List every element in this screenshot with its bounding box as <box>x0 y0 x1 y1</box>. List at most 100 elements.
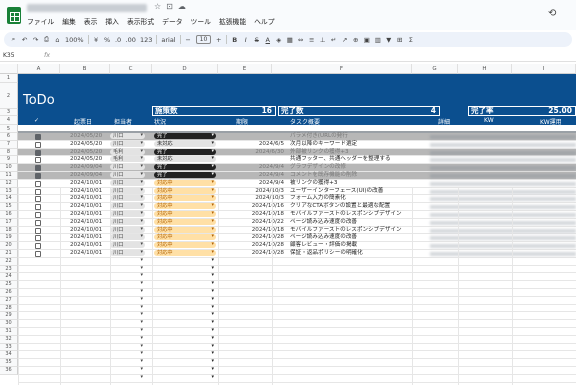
task-deadline[interactable]: 2024/6/30 <box>236 149 284 156</box>
person-dropdown[interactable] <box>110 280 145 287</box>
currency-format-button[interactable]: ¥ <box>93 36 100 44</box>
status-dropdown[interactable] <box>154 311 216 318</box>
row-header[interactable]: 1 <box>0 74 18 83</box>
redacted-detail-cell[interactable] <box>430 150 576 155</box>
task-summary[interactable]: クリアなCTAボタンの設置と最適な配置 <box>290 203 390 210</box>
font-select[interactable]: arial <box>161 36 175 44</box>
text-rotation-icon[interactable]: ↗ <box>341 36 348 44</box>
task-checkbox[interactable] <box>35 188 41 195</box>
person-dropdown[interactable]: 川口 <box>110 233 145 241</box>
filter-views-icon[interactable]: ⊞ <box>396 36 403 44</box>
status-dropdown[interactable]: 完了 <box>154 171 216 178</box>
task-checkbox[interactable] <box>35 196 41 203</box>
redacted-detail-cell[interactable] <box>430 166 576 171</box>
task-deadline[interactable]: 2024/10/18 <box>236 227 284 234</box>
task-date[interactable]: 2024/10/01 <box>70 180 102 187</box>
task-checkbox[interactable] <box>35 204 41 211</box>
task-checkbox[interactable] <box>35 149 41 156</box>
person-dropdown[interactable]: 川口 <box>110 140 145 147</box>
task-deadline[interactable]: 2024/10/28 <box>236 234 284 241</box>
redacted-detail-cell[interactable] <box>430 142 576 147</box>
status-dropdown[interactable]: 対応中 <box>154 194 216 202</box>
person-dropdown[interactable] <box>110 257 145 264</box>
row-header[interactable]: 20 <box>0 242 18 250</box>
row-header[interactable]: 9 <box>0 156 18 165</box>
status-dropdown[interactable]: 対応中 <box>154 218 216 225</box>
status-dropdown[interactable]: 対応中 <box>154 210 216 217</box>
decrease-decimal-button[interactable]: .0 <box>115 36 122 44</box>
document-title-redacted[interactable] <box>27 4 147 12</box>
empty-row[interactable] <box>18 257 576 266</box>
task-summary[interactable]: 保証・返品ポリシーの明確化 <box>290 250 363 257</box>
status-dropdown[interactable]: 対応中 <box>154 241 216 249</box>
status-dropdown[interactable] <box>154 257 216 264</box>
task-date[interactable]: 2024/05/20 <box>70 149 102 156</box>
person-dropdown[interactable] <box>110 311 145 318</box>
person-dropdown[interactable] <box>110 374 145 381</box>
person-dropdown[interactable] <box>110 358 145 365</box>
insert-comment-icon[interactable]: ▣ <box>363 36 370 44</box>
person-dropdown[interactable] <box>110 350 145 357</box>
row-header[interactable]: 24 <box>0 273 18 282</box>
status-dropdown[interactable]: 対応中 <box>154 249 216 256</box>
task-checkbox[interactable] <box>35 212 41 218</box>
column-header[interactable]: B <box>60 64 110 74</box>
task-deadline[interactable]: 2024/10/16 <box>236 203 284 210</box>
redacted-detail-cell[interactable] <box>430 197 576 202</box>
person-dropdown[interactable]: 川口 <box>110 226 145 233</box>
row-header[interactable]: 25 <box>0 281 18 289</box>
menu-item[interactable]: 挿入 <box>105 16 119 26</box>
status-dropdown[interactable] <box>154 366 216 373</box>
row-header[interactable]: 13 <box>0 187 18 196</box>
task-deadline[interactable]: 2024/10/22 <box>236 219 284 226</box>
task-deadline[interactable]: 2024/10/3 <box>236 195 284 202</box>
column-header[interactable]: C <box>110 64 152 74</box>
increase-decimal-button[interactable]: .00 <box>126 36 136 44</box>
row-header[interactable]: 14 <box>0 195 18 204</box>
row-header[interactable]: 16 <box>0 211 18 219</box>
undo-icon[interactable]: ↶ <box>21 36 28 44</box>
task-date[interactable]: 2024/05/20 <box>70 133 102 140</box>
task-deadline[interactable]: 2024/10/18 <box>236 211 284 218</box>
row-header[interactable]: 19 <box>0 234 18 243</box>
row-header[interactable]: 27 <box>0 296 18 305</box>
redacted-detail-cell[interactable] <box>430 135 576 139</box>
redacted-detail-cell[interactable] <box>430 213 576 217</box>
italic-button[interactable]: I <box>242 36 249 44</box>
person-dropdown[interactable]: 川口 <box>110 202 145 210</box>
task-summary[interactable]: 次月以降のキーワード選定 <box>290 141 357 148</box>
empty-row[interactable] <box>18 327 576 336</box>
person-dropdown[interactable]: 川口 <box>110 187 145 194</box>
task-deadline[interactable]: 2024/10/28 <box>236 250 284 257</box>
filter-icon[interactable]: ▼ <box>385 36 392 44</box>
star-icon[interactable]: ☆ <box>154 2 166 11</box>
task-checkbox[interactable] <box>35 165 41 172</box>
task-summary[interactable]: 顧客レビュー・評価の掲載 <box>290 242 357 249</box>
person-dropdown[interactable]: 川口 <box>110 163 145 171</box>
bold-button[interactable]: B <box>231 36 238 44</box>
row-header[interactable]: 7 <box>0 140 18 149</box>
history-icon[interactable]: ⟲ <box>548 8 556 19</box>
menu-item[interactable]: ヘルプ <box>254 16 274 26</box>
status-dropdown[interactable]: 未対応 <box>154 155 216 163</box>
status-dropdown[interactable]: 対応中 <box>154 233 216 241</box>
row-header[interactable]: 3 <box>0 109 18 116</box>
empty-row[interactable] <box>18 358 576 367</box>
task-summary[interactable]: ユーザーインターフェース(UI)の改善 <box>290 188 383 195</box>
task-deadline[interactable]: 2024/9/4 <box>236 180 284 187</box>
status-dropdown[interactable] <box>154 335 216 342</box>
column-header[interactable]: H <box>458 64 512 74</box>
status-dropdown[interactable]: 対応中 <box>154 179 216 186</box>
task-date[interactable]: 2024/10/01 <box>70 227 102 234</box>
menu-item[interactable]: 拡張機能 <box>219 16 246 26</box>
sheets-logo-icon[interactable] <box>7 7 21 24</box>
menu-item[interactable]: 編集 <box>62 16 76 26</box>
percent-format-button[interactable]: % <box>104 36 111 44</box>
status-dropdown[interactable]: 対応中 <box>154 187 216 194</box>
redacted-detail-cell[interactable] <box>430 220 576 225</box>
merge-cells-icon[interactable]: ⇔ <box>297 36 304 44</box>
task-date[interactable]: 2024/10/01 <box>70 195 102 202</box>
person-dropdown[interactable]: 川口 <box>110 179 145 186</box>
status-dropdown[interactable]: 完了 <box>154 148 216 155</box>
empty-row[interactable] <box>18 288 576 297</box>
